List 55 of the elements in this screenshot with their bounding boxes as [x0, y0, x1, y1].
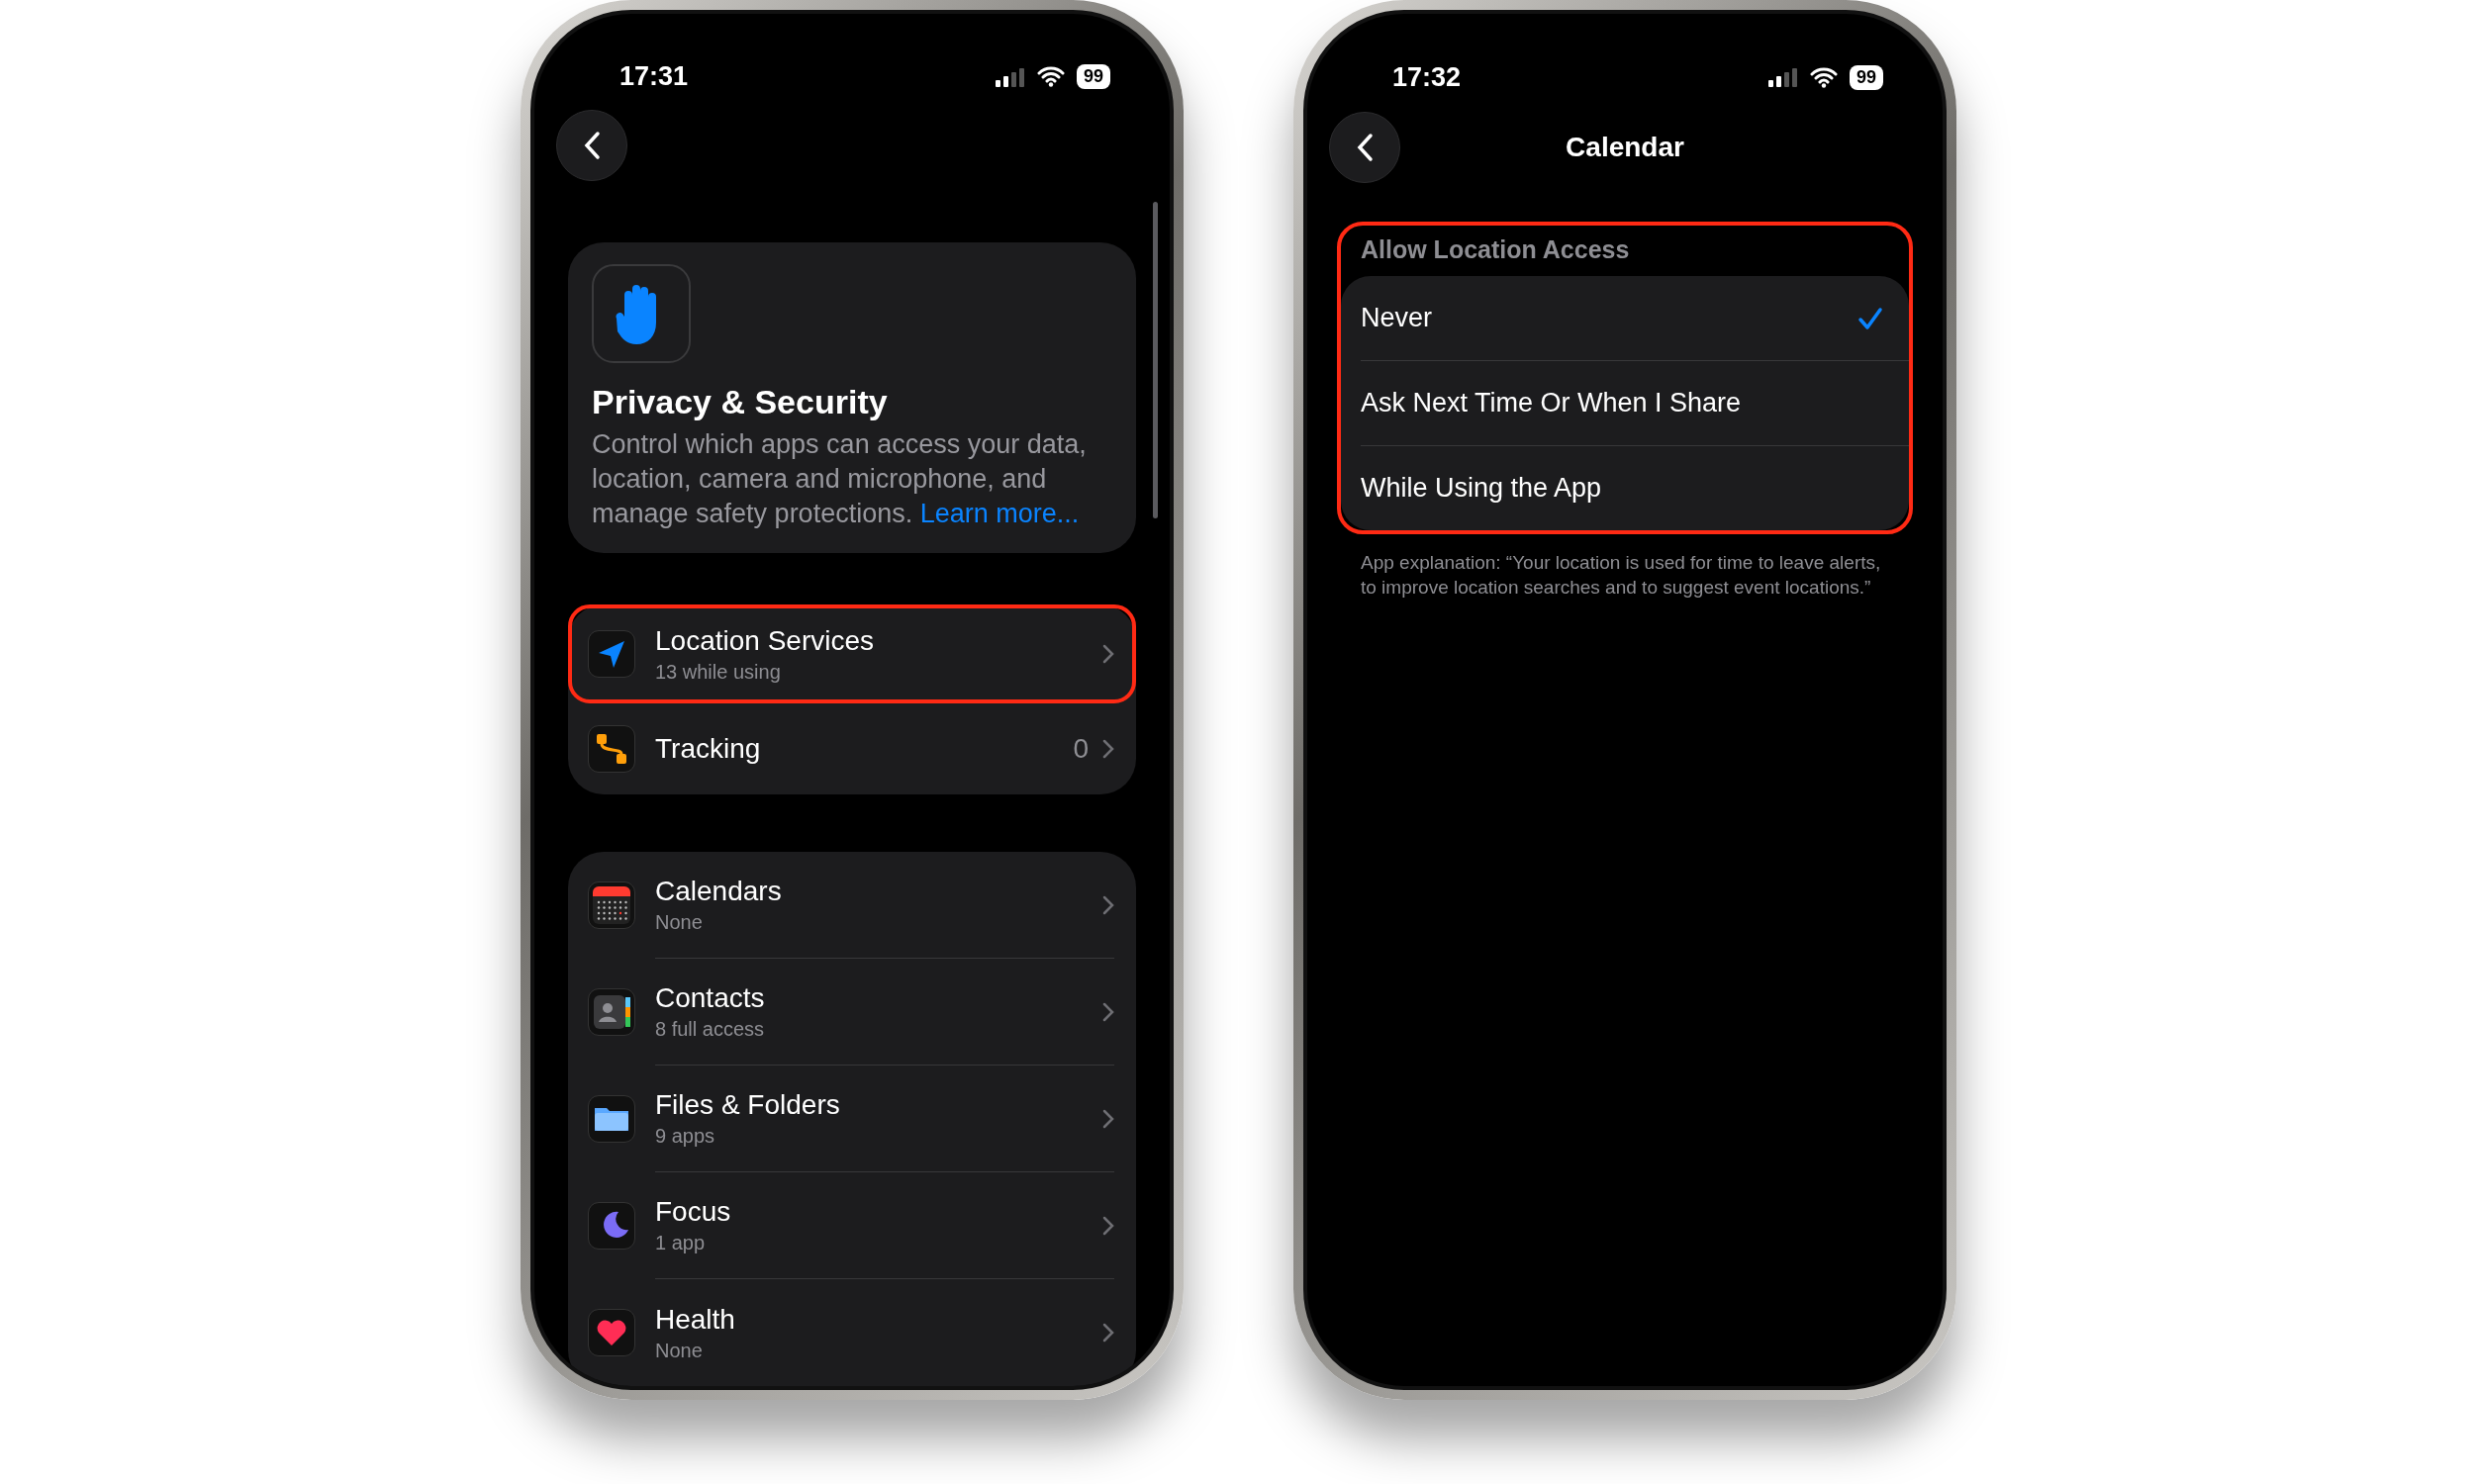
- battery-level: 99: [1076, 64, 1110, 89]
- chevron-icon: [1102, 739, 1114, 759]
- row-label: Focus: [655, 1196, 732, 1228]
- option-label: Ask Next Time Or When I Share: [1361, 388, 1743, 418]
- settings-row[interactable]: Health None: [568, 1279, 1136, 1386]
- contacts-person-icon: [592, 994, 631, 1030]
- tracking-path-icon: [596, 733, 627, 765]
- status-time: 17:32: [1392, 61, 1462, 93]
- chevron-icon: [1102, 1001, 1114, 1022]
- back-chevron-icon: [1356, 133, 1374, 162]
- row-detail: None: [655, 911, 704, 934]
- back-chevron-icon: [583, 131, 601, 160]
- signal-icon: [995, 66, 1025, 87]
- signal-icon: [1767, 67, 1798, 87]
- location-arrow-icon: [598, 639, 625, 669]
- heart-icon: [596, 1319, 627, 1346]
- row-label: Calendars: [655, 876, 783, 907]
- wifi-icon: [1809, 66, 1838, 88]
- chevron-icon: [1102, 1108, 1114, 1129]
- settings-row[interactable]: Contacts 8 full access: [568, 959, 1136, 1066]
- status-time: 17:31: [619, 61, 689, 92]
- row-detail: 9 apps: [655, 1125, 716, 1148]
- option-row[interactable]: Ask Next Time Or When I Share: [1361, 361, 1909, 446]
- row-detail: 8 full access: [655, 1018, 766, 1041]
- row-value: 0: [1073, 733, 1089, 765]
- row-label: Contacts: [655, 982, 766, 1014]
- settings-row[interactable]: Files & Folders 9 apps: [568, 1066, 1136, 1172]
- page-title: Privacy & Security: [592, 383, 889, 421]
- wifi-icon: [1036, 66, 1065, 87]
- footer-text: App explanation: “Your location is used for time to leave alerts, to improve location searches and to suggest event locations.”: [1361, 551, 1882, 600]
- nav-title: Calendar: [1566, 132, 1684, 163]
- chevron-icon: [1102, 894, 1114, 915]
- chevron-icon: [1102, 1323, 1114, 1343]
- row-label: Health: [655, 1303, 736, 1336]
- settings-row[interactable]: Focus 1 app: [568, 1172, 1136, 1279]
- chevron-icon: [1102, 644, 1114, 664]
- row-detail: 1 app: [655, 1232, 707, 1254]
- settings-row[interactable]: Calendars None: [568, 852, 1136, 959]
- battery-level: 99: [1849, 64, 1883, 90]
- row-label: Tracking: [655, 733, 762, 765]
- description-text: Control which apps can access your data, location, camera and microphone, and manage safety protections. Learn more...: [592, 428, 1088, 530]
- learn-more-link[interactable]: Learn more...: [919, 499, 1080, 528]
- settings-row[interactable]: Tracking 0: [568, 703, 1136, 794]
- settings-row[interactable]: Location Services 13 while using: [568, 604, 1136, 703]
- section-header: Allow Location Access: [1360, 234, 1631, 265]
- row-label: Files & Folders: [655, 1089, 841, 1121]
- row-detail: 13 while using: [655, 660, 782, 684]
- option-label: While Using the App: [1361, 473, 1603, 504]
- option-label: Never: [1361, 303, 1434, 333]
- chevron-icon: [1102, 1215, 1114, 1236]
- option-row[interactable]: Never: [1361, 276, 1909, 361]
- row-label: Location Services: [655, 624, 875, 657]
- row-detail: None: [655, 1339, 704, 1362]
- option-row[interactable]: While Using the App: [1361, 446, 1909, 530]
- folder-icon: [594, 1106, 629, 1132]
